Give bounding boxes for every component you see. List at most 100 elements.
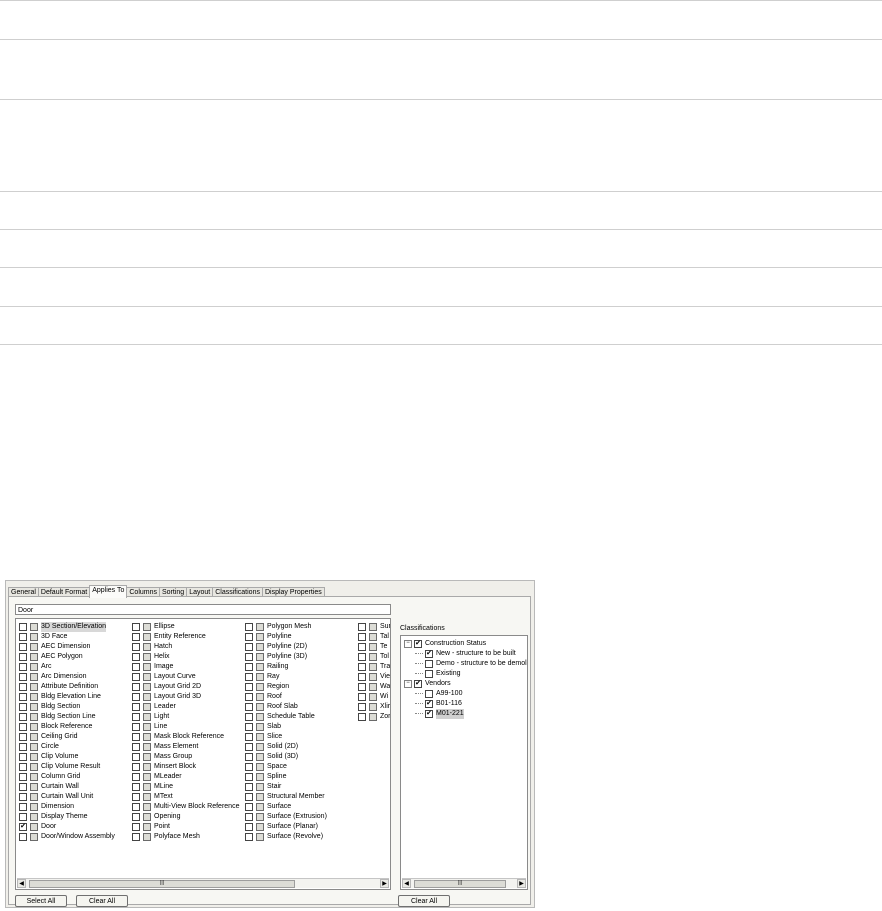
object-type-item[interactable]: Clip Volume Result bbox=[19, 762, 132, 772]
object-type-item[interactable]: Bldg Section Line bbox=[19, 712, 132, 722]
object-type-item[interactable]: Minsert Block bbox=[132, 762, 245, 772]
object-type-item[interactable]: Column Grid bbox=[19, 772, 132, 782]
checkbox[interactable] bbox=[245, 813, 253, 821]
tree-group-node[interactable]: − Vendors bbox=[404, 679, 451, 689]
checkbox[interactable] bbox=[245, 643, 253, 651]
tree-leaf-node[interactable]: B01-116 bbox=[415, 699, 462, 709]
checkbox[interactable] bbox=[19, 643, 27, 651]
checkbox[interactable] bbox=[132, 803, 140, 811]
object-type-item[interactable]: Arc Dimension bbox=[19, 672, 132, 682]
object-type-item[interactable]: Xlir bbox=[358, 702, 390, 712]
object-type-item[interactable]: Tol bbox=[358, 652, 390, 662]
checkbox[interactable] bbox=[19, 633, 27, 641]
object-type-item[interactable]: Hatch bbox=[132, 642, 245, 652]
object-type-item[interactable]: Space bbox=[245, 762, 358, 772]
object-type-item[interactable]: Region bbox=[245, 682, 358, 692]
object-type-item[interactable]: Layout Curve bbox=[132, 672, 245, 682]
checkbox[interactable] bbox=[19, 623, 27, 631]
checkbox[interactable] bbox=[245, 753, 253, 761]
checkbox[interactable] bbox=[245, 703, 253, 711]
scroll-right-arrow-icon[interactable]: ▶ bbox=[517, 879, 526, 888]
object-type-item[interactable]: Solid (2D) bbox=[245, 742, 358, 752]
object-type-item[interactable]: Point bbox=[132, 822, 245, 832]
object-type-item[interactable]: Polyline (3D) bbox=[245, 652, 358, 662]
tree-leaf-node[interactable]: Existing bbox=[415, 669, 461, 679]
checkbox[interactable] bbox=[358, 633, 366, 641]
tree-horizontal-scrollbar[interactable]: ◀ ||| ▶ bbox=[402, 878, 526, 888]
object-type-item[interactable]: Structural Member bbox=[245, 792, 358, 802]
checkbox[interactable] bbox=[245, 713, 253, 721]
checkbox[interactable] bbox=[132, 763, 140, 771]
tree-leaf-node[interactable]: New - structure to be built bbox=[415, 649, 516, 659]
checkbox[interactable] bbox=[19, 803, 27, 811]
object-type-item[interactable]: Wa bbox=[358, 682, 390, 692]
checkbox[interactable] bbox=[245, 623, 253, 631]
object-type-item[interactable]: Bldg Elevation Line bbox=[19, 692, 132, 702]
checkbox[interactable] bbox=[132, 833, 140, 841]
object-type-item[interactable]: Wi bbox=[358, 692, 390, 702]
checkbox[interactable] bbox=[245, 723, 253, 731]
scrollbar-thumb[interactable]: ||| bbox=[29, 880, 295, 888]
object-type-item[interactable]: Dimension bbox=[19, 802, 132, 812]
checkbox[interactable] bbox=[19, 693, 27, 701]
checkbox[interactable] bbox=[132, 723, 140, 731]
checkbox[interactable] bbox=[245, 633, 253, 641]
object-type-item[interactable]: Block Reference bbox=[19, 722, 132, 732]
object-type-item[interactable]: AEC Polygon bbox=[19, 652, 132, 662]
object-type-item[interactable]: Mass Group bbox=[132, 752, 245, 762]
collapse-icon[interactable]: − bbox=[404, 640, 412, 648]
object-type-item[interactable]: Image bbox=[132, 662, 245, 672]
checkbox[interactable] bbox=[245, 833, 253, 841]
checkbox[interactable] bbox=[19, 743, 27, 751]
checkbox[interactable] bbox=[358, 653, 366, 661]
checkbox[interactable] bbox=[132, 793, 140, 801]
object-type-item[interactable]: Attribute Definition bbox=[19, 682, 132, 692]
object-type-item[interactable]: Stair bbox=[245, 782, 358, 792]
scroll-left-arrow-icon[interactable]: ◀ bbox=[402, 879, 411, 888]
checkbox[interactable] bbox=[132, 683, 140, 691]
object-type-item[interactable]: Surface bbox=[245, 802, 358, 812]
checkbox[interactable] bbox=[245, 693, 253, 701]
checkbox[interactable] bbox=[414, 680, 422, 688]
object-type-item[interactable]: Curtain Wall bbox=[19, 782, 132, 792]
checkbox[interactable] bbox=[425, 690, 433, 698]
object-type-item[interactable]: Ray bbox=[245, 672, 358, 682]
object-type-item[interactable]: Ceiling Grid bbox=[19, 732, 132, 742]
checkbox[interactable] bbox=[132, 643, 140, 651]
checkbox[interactable] bbox=[19, 653, 27, 661]
object-type-item[interactable]: Door/Window Assembly bbox=[19, 832, 132, 842]
scroll-left-arrow-icon[interactable]: ◀ bbox=[17, 879, 26, 888]
checkbox[interactable] bbox=[132, 773, 140, 781]
checkbox[interactable] bbox=[425, 660, 433, 668]
tab-applies-to[interactable]: Applies To bbox=[89, 585, 128, 598]
object-type-item[interactable]: Polyline (2D) bbox=[245, 642, 358, 652]
checkbox[interactable] bbox=[19, 783, 27, 791]
object-type-item[interactable]: Circle bbox=[19, 742, 132, 752]
checkbox[interactable] bbox=[245, 653, 253, 661]
object-type-item[interactable]: Te bbox=[358, 642, 390, 652]
checkbox[interactable] bbox=[358, 703, 366, 711]
object-type-item[interactable]: Polyline bbox=[245, 632, 358, 642]
checkbox[interactable] bbox=[425, 710, 433, 718]
checkbox[interactable] bbox=[245, 823, 253, 831]
checkbox[interactable] bbox=[245, 773, 253, 781]
checkbox[interactable] bbox=[19, 683, 27, 691]
object-type-item[interactable]: Slice bbox=[245, 732, 358, 742]
checkbox[interactable] bbox=[19, 673, 27, 681]
object-type-item[interactable]: Surface (Extrusion) bbox=[245, 812, 358, 822]
checkbox[interactable] bbox=[19, 713, 27, 721]
object-type-item[interactable]: Leader bbox=[132, 702, 245, 712]
object-type-item[interactable]: Slab bbox=[245, 722, 358, 732]
object-type-item[interactable]: Roof bbox=[245, 692, 358, 702]
object-type-item[interactable]: AEC Dimension bbox=[19, 642, 132, 652]
object-type-item[interactable]: MText bbox=[132, 792, 245, 802]
horizontal-scrollbar[interactable]: ◀ ||| ▶ bbox=[17, 878, 389, 888]
checkbox[interactable] bbox=[132, 673, 140, 681]
object-type-item[interactable]: Surface (Planar) bbox=[245, 822, 358, 832]
object-type-item[interactable]: Arc bbox=[19, 662, 132, 672]
checkbox[interactable] bbox=[132, 663, 140, 671]
object-type-item[interactable]: Opening bbox=[132, 812, 245, 822]
checkbox[interactable] bbox=[19, 703, 27, 711]
checkbox[interactable] bbox=[414, 640, 422, 648]
checkbox[interactable] bbox=[245, 803, 253, 811]
